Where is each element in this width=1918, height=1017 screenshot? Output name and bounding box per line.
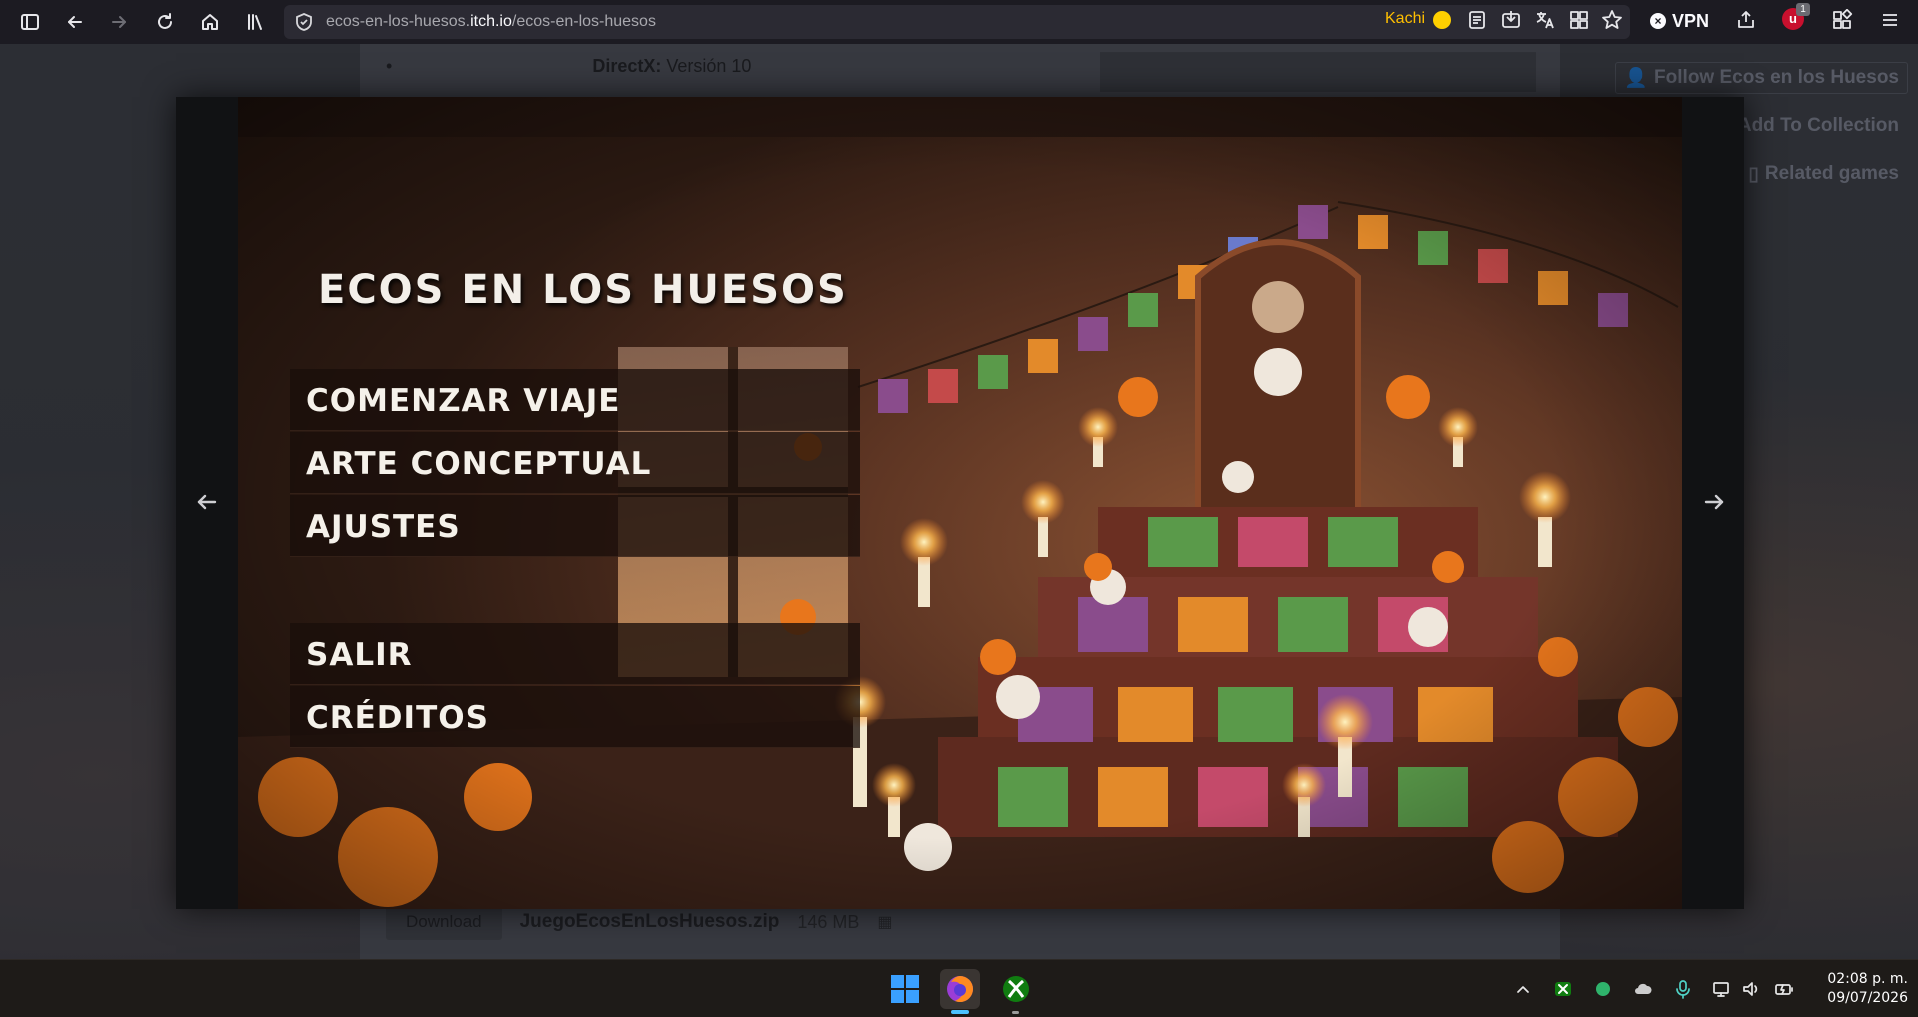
- menu-creditos[interactable]: CRÉDITOS: [290, 686, 860, 748]
- clock-time: 02:08 p. m.: [1827, 971, 1908, 987]
- menu-comenzar-viaje[interactable]: COMENZAR VIAJE: [290, 369, 860, 431]
- apps-grid-icon[interactable]: [1831, 8, 1853, 31]
- reload-icon[interactable]: [151, 8, 179, 36]
- profile-label[interactable]: Kachi: [1385, 10, 1425, 28]
- url-text[interactable]: ecos-en-los-huesos.itch.io/ecos-en-los-h…: [326, 13, 656, 31]
- home-icon[interactable]: [196, 8, 224, 36]
- forward-icon[interactable]: [105, 8, 133, 36]
- shield-icon[interactable]: [294, 12, 314, 32]
- bookmark-star-icon[interactable]: [1601, 9, 1623, 31]
- library-icon[interactable]: [241, 8, 269, 36]
- address-bar[interactable]: ecos-en-los-huesos.itch.io/ecos-en-los-h…: [284, 5, 1630, 39]
- back-icon[interactable]: [61, 8, 89, 36]
- system-clock[interactable]: 02:08 p. m. 09/07/2026: [1812, 970, 1908, 1008]
- game-title: ECOS EN LOS HUESOS: [318, 267, 848, 313]
- profile-status-dot: [1433, 11, 1451, 29]
- translate-icon[interactable]: [1534, 9, 1556, 31]
- firefox-icon[interactable]: [940, 969, 980, 1009]
- menu-arte-conceptual[interactable]: ARTE CONCEPTUAL: [290, 432, 860, 494]
- xbox-running-indicator: [1012, 1011, 1019, 1014]
- arrow-left-icon[interactable]: [190, 485, 224, 519]
- vpn-label: VPN: [1672, 10, 1710, 31]
- chevron-up-icon[interactable]: [1512, 978, 1534, 1000]
- sidebar-icon[interactable]: [16, 8, 44, 36]
- vpn-button[interactable]: × VPN: [1650, 9, 1709, 33]
- status-dot-icon[interactable]: [1592, 978, 1614, 1000]
- browser-toolbar: ecos-en-los-huesos.itch.io/ecos-en-los-h…: [0, 0, 1918, 44]
- microphone-icon[interactable]: [1672, 978, 1694, 1000]
- save-pocket-icon[interactable]: [1500, 9, 1522, 31]
- screenshot-lightbox: ECOS EN LOS HUESOS COMENZAR VIAJE ARTE C…: [176, 97, 1744, 909]
- extensions-grid-icon[interactable]: [1568, 9, 1590, 31]
- menu-salir[interactable]: SALIR: [290, 623, 860, 685]
- share-icon[interactable]: [1735, 9, 1757, 31]
- windows-start-icon[interactable]: [885, 969, 925, 1009]
- menu-ajustes[interactable]: AJUSTES: [290, 495, 860, 557]
- firefox-active-indicator: [951, 1010, 969, 1014]
- battery-icon[interactable]: [1773, 978, 1795, 1000]
- ublock-count-badge: 1: [1796, 3, 1810, 16]
- menu-icon[interactable]: [1879, 9, 1901, 31]
- clock-date: 09/07/2026: [1827, 990, 1908, 1006]
- xbox-tray-icon[interactable]: [1552, 978, 1574, 1000]
- vpn-status-icon: ×: [1650, 13, 1666, 29]
- game-screenshot: ECOS EN LOS HUESOS COMENZAR VIAJE ARTE C…: [238, 97, 1682, 909]
- xbox-icon[interactable]: [996, 969, 1036, 1009]
- cloud-icon[interactable]: [1632, 978, 1654, 1000]
- arrow-right-icon[interactable]: [1697, 485, 1731, 519]
- volume-icon[interactable]: [1740, 978, 1762, 1000]
- network-icon[interactable]: [1711, 978, 1733, 1000]
- reader-icon[interactable]: [1466, 9, 1488, 31]
- taskbar: 02:08 p. m. 09/07/2026: [0, 959, 1918, 1017]
